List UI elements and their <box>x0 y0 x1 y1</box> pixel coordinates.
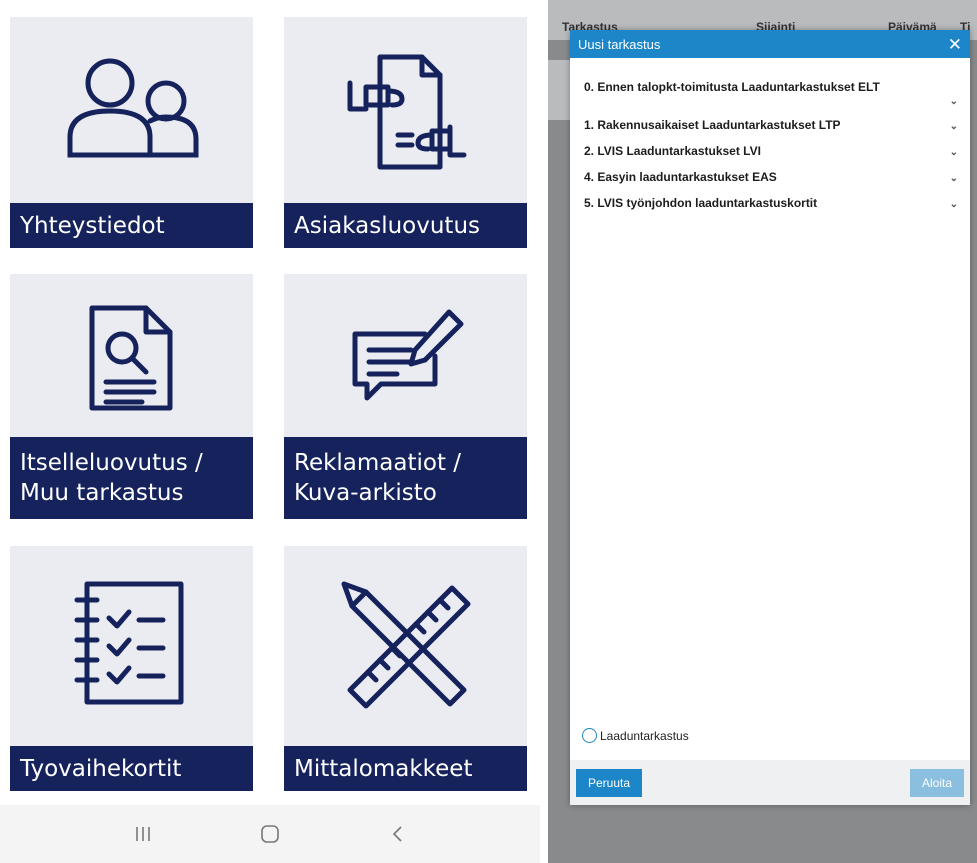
ruler-pencil-icon <box>284 576 527 716</box>
tile-work-phase-cards[interactable]: Tyovaihekortit <box>10 546 253 791</box>
radio-button[interactable] <box>582 728 597 743</box>
message-edit-icon <box>284 304 527 404</box>
list-item[interactable]: 2. LVIS Laaduntarkastukset LVI ⌄ <box>584 144 970 170</box>
radio-label: Laaduntarkastus <box>600 728 689 743</box>
dialog-title: Uusi tarkastus <box>578 36 661 52</box>
document-search-icon <box>10 302 253 414</box>
tile-label: Asiakasluovutus <box>284 203 527 248</box>
tile-label: Reklamaatiot / Kuva-arkisto <box>284 437 527 519</box>
list-item[interactable]: 1. Rakennusaikaiset Laaduntarkastukset L… <box>584 118 970 144</box>
inspection-type-list: 0. Ennen talopkt-toimitusta Laaduntarkas… <box>570 58 970 222</box>
dialog-footer: Peruuta Aloita <box>570 760 970 805</box>
close-icon[interactable]: ✕ <box>948 36 962 53</box>
chevron-down-icon: ⌄ <box>949 173 958 184</box>
tile-contacts[interactable]: Yhteystiedot <box>10 17 253 248</box>
dialog-header: Uusi tarkastus ✕ <box>570 30 970 58</box>
tile-customer-handover[interactable]: Asiakasluovutus <box>284 17 527 248</box>
chevron-down-icon: ⌄ <box>949 199 958 210</box>
system-navigation-bar <box>0 805 540 863</box>
home-grid: Yhteystiedot Asiakasluovutus Itselleluov… <box>0 0 540 863</box>
cancel-button[interactable]: Peruuta <box>576 768 643 797</box>
chevron-down-icon: ⌄ <box>949 147 958 158</box>
tile-self-handover[interactable]: Itselleluovutus / Muu tarkastus <box>10 274 253 519</box>
new-inspection-dialog: Uusi tarkastus ✕ 0. Ennen talopkt-toimit… <box>570 30 970 805</box>
back-icon[interactable] <box>377 814 417 854</box>
people-icon <box>10 55 253 165</box>
list-item[interactable]: 0. Ennen talopkt-toimitusta Laaduntarkas… <box>584 80 970 118</box>
inspection-screen: Tarkastus Sijainti Päivämä Ti Uusi tarka… <box>548 0 977 863</box>
chevron-down-icon: ⌄ <box>949 96 958 107</box>
tile-label: Itselleluovutus / Muu tarkastus <box>10 437 253 519</box>
document-handover-icon <box>284 47 527 177</box>
list-item[interactable]: 4. Easyin laaduntarkastukset EAS ⌄ <box>584 170 970 196</box>
tile-label: Tyovaihekortit <box>10 746 253 791</box>
recent-apps-icon[interactable] <box>123 814 163 854</box>
inspection-radio[interactable]: Laaduntarkastus <box>582 728 689 743</box>
start-button[interactable]: Aloita <box>909 768 964 797</box>
tile-label: Yhteystiedot <box>10 203 253 248</box>
list-item[interactable]: 5. LVIS työnjohdon laaduntarkastuskortit… <box>584 196 970 222</box>
background-row-strip <box>548 60 570 120</box>
tile-measurement-forms[interactable]: Mittalomakkeet <box>284 546 527 791</box>
tile-complaints[interactable]: Reklamaatiot / Kuva-arkisto <box>284 274 527 519</box>
tile-label: Mittalomakkeet <box>284 746 527 791</box>
chevron-down-icon: ⌄ <box>949 121 958 132</box>
home-icon[interactable] <box>250 814 290 854</box>
checklist-icon <box>10 578 253 708</box>
